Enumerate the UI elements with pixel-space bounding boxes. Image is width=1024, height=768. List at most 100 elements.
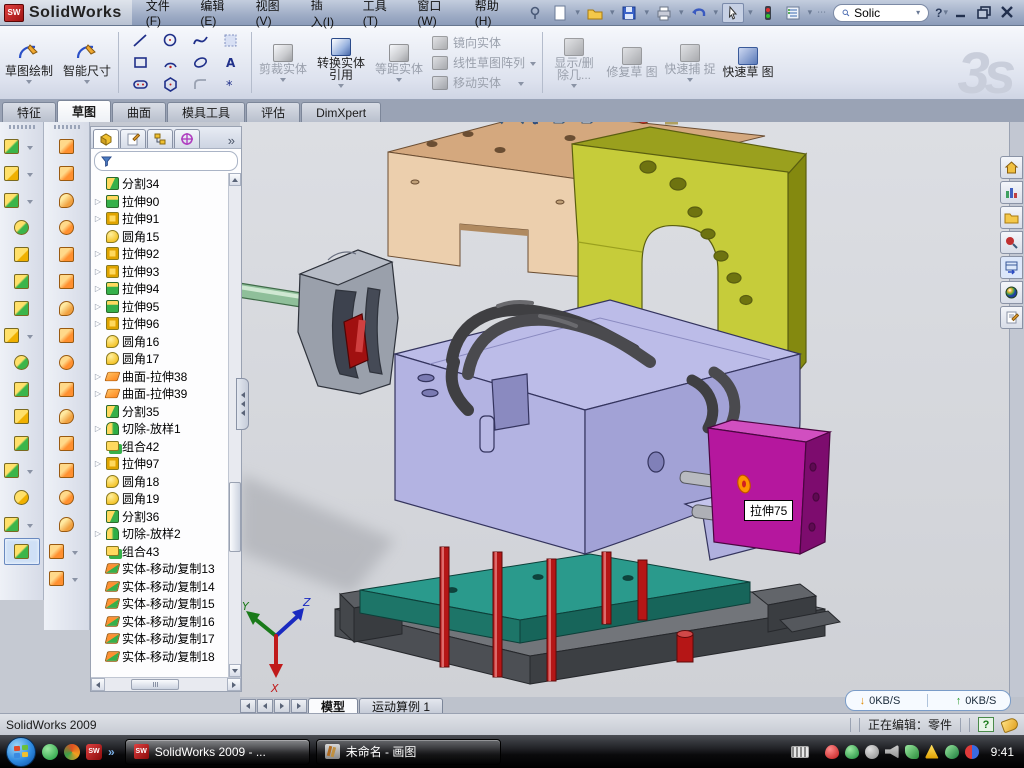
messenger-launch-icon[interactable] <box>42 744 58 760</box>
scroll-down-button[interactable] <box>229 664 241 677</box>
tree-item[interactable]: ▷ 圆角17 <box>93 350 241 368</box>
quick-launch-overflow[interactable]: » <box>108 745 115 759</box>
mold-tool-button[interactable] <box>49 133 85 160</box>
rectangle-tool-icon[interactable] <box>125 52 155 74</box>
ribbon-tab[interactable]: 评估 <box>246 102 300 122</box>
help-icon[interactable]: ? <box>935 6 942 20</box>
view-palette-tab[interactable] <box>1000 256 1023 279</box>
sync-tray-icon[interactable] <box>965 745 979 759</box>
command-stack-button[interactable]: 移动实体 <box>432 74 536 92</box>
feature-tool-button[interactable] <box>4 457 40 484</box>
toolbar-grip[interactable] <box>54 125 80 129</box>
search-box[interactable]: ▾ <box>833 4 929 22</box>
scroll-thumb[interactable] <box>131 679 179 690</box>
toolbar-grip[interactable] <box>9 125 35 129</box>
tree-item[interactable]: ▷ 组合42 <box>93 438 241 456</box>
command-tool-button[interactable]: 剪裁实体 <box>254 26 312 99</box>
security-shield-tray-icon[interactable] <box>845 745 859 759</box>
tree-item[interactable]: ▷ 实体-移动/复制13 <box>93 560 241 578</box>
last-study-button[interactable] <box>291 699 307 713</box>
command-tool-button[interactable]: 等距实体 <box>370 26 428 99</box>
close-button[interactable] <box>999 5 1016 20</box>
selection-box-icon[interactable] <box>215 30 245 52</box>
mold-tool-button[interactable] <box>49 241 85 268</box>
mold-tool-button[interactable] <box>49 511 85 538</box>
feature-tool-button[interactable] <box>4 322 40 349</box>
update-tray-icon[interactable] <box>865 745 879 759</box>
expand-arrow-icon[interactable]: ▷ <box>93 249 103 258</box>
ribbon-tab[interactable]: 特征 <box>2 102 56 122</box>
tree-item[interactable]: ▷ 圆角19 <box>93 490 241 508</box>
mold-tool-button[interactable] <box>49 565 85 592</box>
appearances-scenes-tab[interactable] <box>1000 281 1023 304</box>
solidworks-resources-tab[interactable] <box>1000 156 1023 179</box>
search-dropdown-arrow[interactable]: ▾ <box>916 8 920 17</box>
scroll-left-button[interactable] <box>91 678 105 691</box>
menu-item[interactable]: 帮助(H) <box>461 0 517 25</box>
feature-tool-button[interactable] <box>4 403 40 430</box>
tree-item[interactable]: ▷ 实体-移动/复制16 <box>93 613 241 631</box>
tree-item[interactable]: ▷ 分割36 <box>93 508 241 526</box>
feature-tool-button[interactable] <box>4 187 40 214</box>
ribbon-tab[interactable]: 曲面 <box>112 102 166 122</box>
panel-collapse-handle[interactable] <box>236 378 249 430</box>
tree-item[interactable]: ▷ 实体-移动/复制18 <box>93 648 241 666</box>
expand-arrow-icon[interactable]: ▷ <box>93 284 103 293</box>
feature-tool-button[interactable] <box>4 133 40 160</box>
next-study-button[interactable] <box>274 699 290 713</box>
tree-item[interactable]: ▷ 实体-移动/复制17 <box>93 630 241 648</box>
quick-tips-icon[interactable]: ? <box>978 717 994 732</box>
sketch-fillet-tool-icon[interactable] <box>185 74 215 96</box>
command-tool-button[interactable]: 快速捕 捉 <box>661 26 719 99</box>
feature-tool-button[interactable] <box>4 241 40 268</box>
custom-properties-tab[interactable] <box>1000 306 1023 329</box>
mold-tool-button[interactable] <box>49 322 85 349</box>
feature-tool-button[interactable] <box>4 538 40 565</box>
feature-tool-button[interactable] <box>4 511 40 538</box>
tree-item[interactable]: ▷ 实体-移动/复制15 <box>93 595 241 613</box>
tabs-overflow-chevron[interactable]: » <box>224 133 239 148</box>
solidworks-search-tab[interactable] <box>1000 231 1023 254</box>
tree-item[interactable]: ▷ 分割35 <box>93 403 241 421</box>
feature-tool-button[interactable] <box>4 430 40 457</box>
study-tab[interactable]: 模型 <box>308 698 358 713</box>
feature-tool-button[interactable] <box>4 376 40 403</box>
pin-icon[interactable] <box>524 3 546 23</box>
options-icon[interactable] <box>782 3 804 23</box>
antivirus-tray-icon[interactable] <box>825 745 839 759</box>
menu-item[interactable]: 文件(F) <box>132 0 187 25</box>
expand-arrow-icon[interactable]: ▷ <box>93 214 103 223</box>
mold-tool-button[interactable] <box>49 295 85 322</box>
scroll-thumb[interactable] <box>229 482 241 552</box>
select-cursor-icon[interactable] <box>722 3 744 23</box>
design-library-tab[interactable] <box>1000 181 1023 204</box>
tree-item[interactable]: ▷ 分割34 <box>93 175 241 193</box>
feature-tool-button[interactable] <box>4 160 40 187</box>
restore-button[interactable] <box>976 5 993 20</box>
command-large-button[interactable]: 草图绘制 <box>0 26 58 99</box>
menu-item[interactable]: 工具(T) <box>349 0 404 25</box>
prev-study-button[interactable] <box>257 699 273 713</box>
tree-item[interactable]: ▷ 拉伸92 <box>93 245 241 263</box>
menu-item[interactable]: 窗口(W) <box>403 0 460 25</box>
print-icon[interactable] <box>653 3 675 23</box>
feature-tool-button[interactable] <box>4 484 40 511</box>
expand-arrow-icon[interactable]: ▷ <box>93 197 103 206</box>
mold-tool-button[interactable] <box>49 376 85 403</box>
command-tool-button[interactable]: 转换实体引用 <box>312 26 370 99</box>
command-tool-button[interactable]: 修复草 图 <box>603 26 661 99</box>
command-stack-button[interactable]: 镜向实体 <box>432 34 536 52</box>
mold-tool-button[interactable] <box>49 538 85 565</box>
mold-tool-button[interactable] <box>49 403 85 430</box>
line-tool-icon[interactable] <box>125 30 155 52</box>
expand-arrow-icon[interactable]: ▷ <box>93 319 103 328</box>
search-input[interactable] <box>854 6 912 20</box>
command-tool-button[interactable]: 快速草 图 <box>719 26 777 99</box>
tree-item[interactable]: ▷ 拉伸91 <box>93 210 241 228</box>
ellipse-tool-icon[interactable] <box>185 52 215 74</box>
network-warning-tray-icon[interactable] <box>925 745 939 759</box>
tree-filter-box[interactable] <box>94 151 238 171</box>
ribbon-tab[interactable]: DimXpert <box>301 102 381 122</box>
slot-tool-icon[interactable] <box>125 74 155 96</box>
tree-item[interactable]: ▷ 切除-放样1 <box>93 420 241 438</box>
